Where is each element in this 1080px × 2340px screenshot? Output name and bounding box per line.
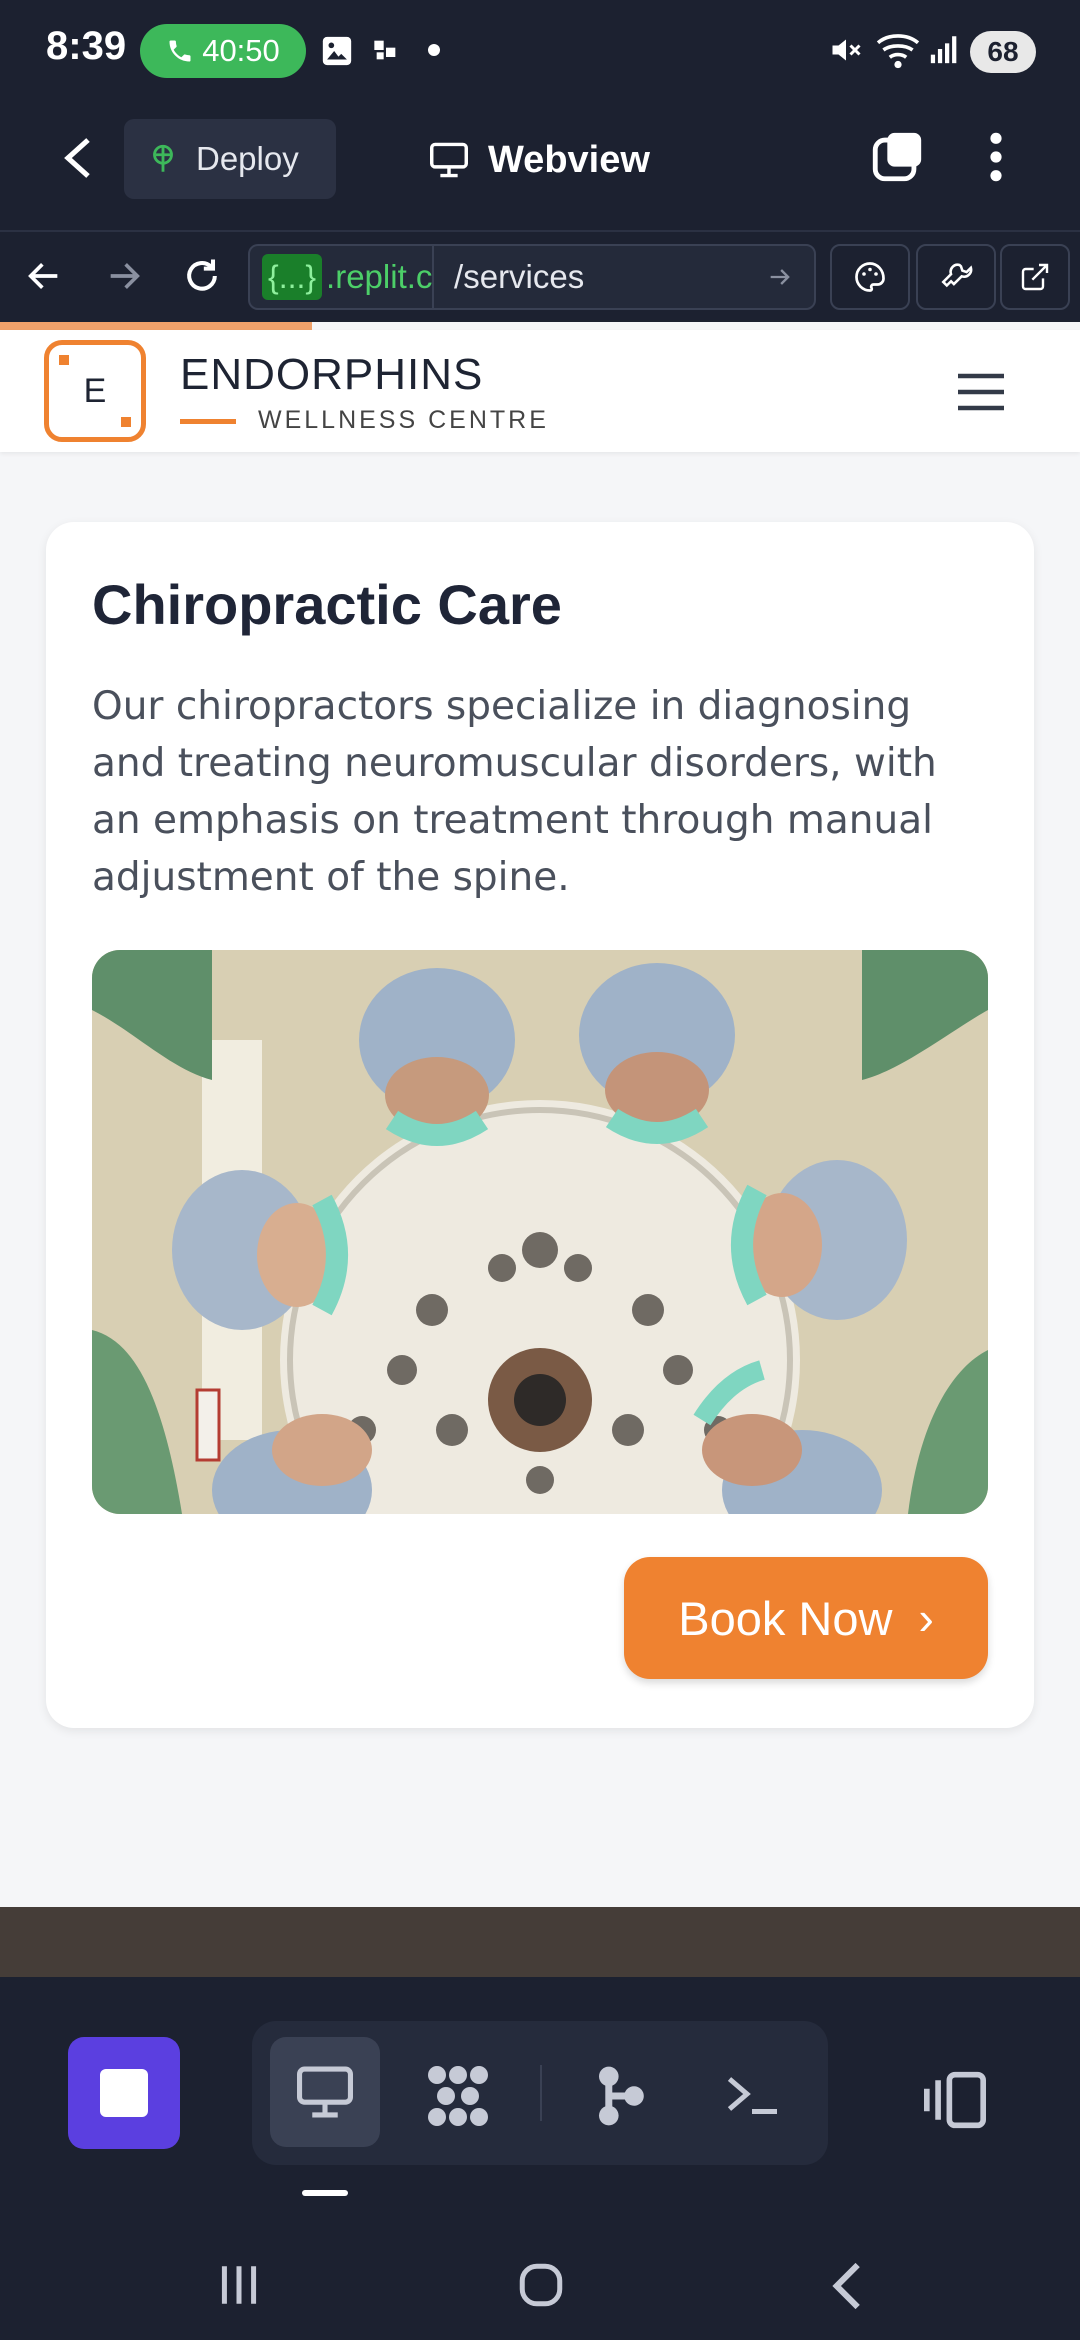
hamburger-menu-icon[interactable] bbox=[956, 372, 1006, 412]
more-options-icon[interactable] bbox=[976, 129, 1016, 185]
browser-back-icon[interactable] bbox=[24, 256, 64, 296]
brand-name: ENDORPHINS bbox=[180, 350, 484, 399]
back-icon[interactable] bbox=[58, 133, 98, 183]
devtools-button[interactable] bbox=[916, 244, 996, 310]
url-toolbar: {...} .replit.c /services bbox=[0, 230, 1080, 322]
panel-layout-icon[interactable] bbox=[920, 2069, 990, 2131]
toolbar-divider bbox=[540, 2065, 542, 2121]
webview-title-text: Webview bbox=[488, 138, 650, 181]
url-domain: .replit.c bbox=[326, 258, 433, 295]
call-timer-pill[interactable]: 40:50 bbox=[140, 24, 306, 78]
system-navigation-bar bbox=[0, 2220, 1080, 2340]
palette-icon bbox=[855, 262, 885, 292]
external-link-icon bbox=[1021, 263, 1049, 291]
site-header: E ENDORPHINS WELLNESS CENTRE bbox=[0, 330, 1080, 452]
git-icon[interactable] bbox=[592, 2061, 648, 2131]
monitor-icon bbox=[297, 2066, 353, 2118]
status-bar: 8:39 40:50 68 bbox=[0, 0, 1080, 105]
book-now-label: Book Now bbox=[678, 1591, 893, 1645]
webview-page: E ENDORPHINS WELLNESS CENTRE Chiropracti… bbox=[0, 322, 1080, 1907]
page-load-progress bbox=[0, 322, 312, 330]
url-path: /services bbox=[432, 246, 766, 308]
site-footer-edge bbox=[0, 1907, 1080, 1977]
deploy-button[interactable]: Deploy bbox=[124, 119, 336, 199]
home-icon[interactable] bbox=[516, 2260, 566, 2310]
url-chip: {...} bbox=[262, 254, 323, 300]
go-arrow-icon[interactable] bbox=[766, 263, 794, 291]
brand-underline bbox=[180, 419, 236, 424]
surgeons-photo-illustration bbox=[92, 950, 988, 1514]
deploy-icon bbox=[153, 144, 173, 172]
service-card: Chiropractic Care Our chiropractors spec… bbox=[46, 522, 1034, 1728]
logo-letter: E bbox=[83, 371, 107, 410]
wrench-icon bbox=[941, 263, 973, 288]
phone-icon bbox=[169, 40, 191, 62]
app-notification-icon bbox=[374, 40, 396, 60]
app-header: Deploy Webview bbox=[0, 105, 1080, 230]
signal-icon bbox=[930, 36, 957, 64]
open-external-button[interactable] bbox=[1000, 244, 1070, 310]
mute-icon bbox=[832, 39, 861, 61]
monitor-icon bbox=[430, 142, 468, 178]
webview-tool-button[interactable] bbox=[270, 2037, 380, 2147]
tabs-icon[interactable] bbox=[868, 127, 926, 187]
bottom-toolbar bbox=[0, 1977, 1080, 2167]
chevron-right-icon: › bbox=[918, 1592, 934, 1644]
stop-button[interactable] bbox=[68, 2037, 180, 2149]
recent-apps-icon[interactable] bbox=[214, 2262, 264, 2308]
url-input[interactable]: {...} .replit.c /services bbox=[248, 244, 816, 310]
more-notifications-dot bbox=[428, 44, 440, 56]
book-now-button[interactable]: Book Now › bbox=[624, 1557, 988, 1679]
system-back-icon[interactable] bbox=[826, 2258, 866, 2314]
terminal-icon[interactable] bbox=[722, 2067, 782, 2121]
theme-button[interactable] bbox=[830, 244, 910, 310]
call-timer-text: 40:50 bbox=[202, 33, 280, 68]
service-photo bbox=[92, 950, 988, 1514]
status-time: 8:39 bbox=[46, 24, 127, 68]
active-tab-indicator bbox=[302, 2190, 348, 2196]
reload-icon[interactable] bbox=[180, 254, 224, 298]
service-title: Chiropractic Care bbox=[92, 573, 562, 636]
tool-switcher bbox=[252, 2021, 828, 2165]
wifi-icon bbox=[876, 34, 920, 69]
gallery-icon bbox=[322, 36, 352, 66]
webview-title: Webview bbox=[428, 125, 650, 195]
battery-indicator: 68 bbox=[970, 31, 1036, 73]
brand-tagline: WELLNESS CENTRE bbox=[258, 406, 549, 434]
deploy-label: Deploy bbox=[196, 140, 299, 177]
browser-forward-icon[interactable] bbox=[104, 256, 144, 296]
stop-icon bbox=[100, 2069, 148, 2117]
cluster-icon[interactable] bbox=[422, 2063, 494, 2129]
site-logo[interactable]: E bbox=[44, 340, 146, 442]
service-description: Our chiropractors specialize in diagnosi… bbox=[92, 684, 937, 900]
